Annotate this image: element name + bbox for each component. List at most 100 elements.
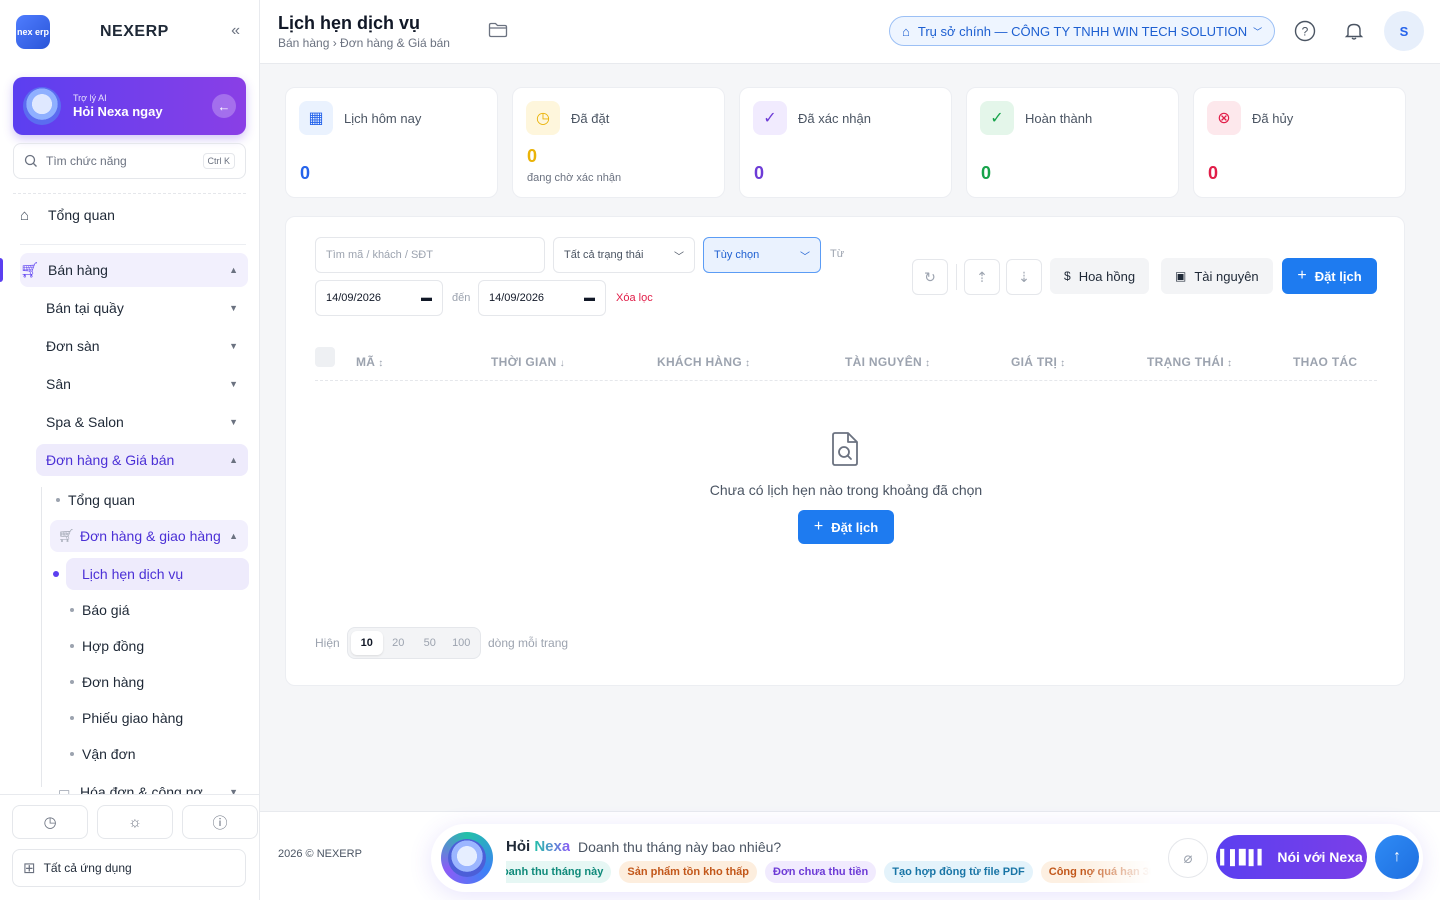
book-appointment-button[interactable]: + Đặt lịch [1282, 258, 1377, 294]
to-date-value: 14/09/2026 [489, 292, 545, 304]
nav-delivery-notes[interactable]: Phiếu giao hàng [66, 702, 249, 734]
status-select[interactable]: Tất cả trạng thái ﹀ [553, 237, 695, 273]
info-button[interactable]: ⓘ [182, 805, 258, 839]
help-icon[interactable]: ? [1291, 17, 1319, 45]
stat-card-cancelled[interactable]: ⊗ Đã hủy 0 [1193, 87, 1406, 198]
ai-card-title: Hỏi Nexa ngay [73, 104, 163, 119]
page-size-option[interactable]: 100 [446, 631, 478, 655]
clear-filters-link[interactable]: Xóa lọc [616, 292, 653, 304]
resource-icon: ▣ [1175, 269, 1187, 283]
suggestion-chip[interactable]: Tạo hợp đồng từ file PDF [884, 861, 1033, 883]
nav-orders[interactable]: Đơn hàng [66, 666, 249, 698]
collapse-sidebar-icon[interactable]: « [231, 22, 240, 40]
calendar-icon[interactable]: ▬ [421, 292, 432, 304]
nav-orders-overview-label: Tổng quan [68, 492, 135, 508]
sort-icon: ↕ [378, 358, 384, 369]
grid-icon: ⊞ [23, 860, 36, 877]
bullet [70, 752, 74, 756]
chevron-up-icon: ▲ [229, 455, 238, 465]
calendar-icon[interactable]: ▬ [584, 292, 595, 304]
nav-service-appointments[interactable]: Lịch hẹn dịch vụ [53, 558, 249, 590]
chevron-down-icon: ﹀ [1253, 26, 1263, 37]
commission-label: Hoa hồng [1078, 268, 1136, 284]
nav-quotes[interactable]: Báo giá [66, 594, 249, 626]
suggestion-chip[interactable]: Đơn chưa thu tiền [765, 861, 877, 883]
divider [13, 193, 246, 194]
stat-card-booked[interactable]: ◷ Đã đặt 0 đang chờ xác nhận [512, 87, 725, 198]
talk-to-nexa-button[interactable]: ▍▌▋▌▍ Nói với Nexa [1216, 835, 1367, 879]
range-select[interactable]: Tùy chọn ﹀ [703, 237, 821, 273]
brand-logo[interactable]: nex erp [16, 15, 50, 49]
branch-selector[interactable]: ⌂ Trụ sở chính — CÔNG TY TNHH WIN TECH S… [889, 16, 1275, 46]
column-value[interactable]: GIÁ TRỊ ↕ [1011, 355, 1065, 369]
refresh-icon: ↻ [924, 268, 936, 285]
nexa-robot-icon[interactable] [441, 832, 493, 884]
nav-waybills[interactable]: Vận đơn [66, 738, 249, 770]
from-date-value: 14/09/2026 [326, 292, 382, 304]
from-date-input[interactable]: 14/09/2026 ▬ [315, 280, 443, 316]
folder-icon[interactable] [488, 22, 508, 38]
user-avatar[interactable]: S [1384, 11, 1424, 51]
nav-orders-overview[interactable]: Tổng quan [50, 484, 248, 516]
attach-button[interactable]: ⌀ [1168, 838, 1208, 878]
theme-button[interactable]: ☼ [97, 805, 173, 839]
nav-sales[interactable]: 🛒︎ Bán hàng ▲ [20, 253, 248, 287]
ask-prefix: Hỏi [506, 838, 531, 855]
search-input[interactable]: Tìm mã / khách / SĐT [315, 237, 545, 273]
nav-waybills-label: Vận đơn [82, 746, 136, 762]
page-size-option[interactable]: 20 [383, 631, 415, 655]
nav-courts[interactable]: Sân ▼ [36, 368, 248, 400]
column-customer[interactable]: KHÁCH HÀNG ↕ [657, 355, 750, 369]
nav-contracts-label: Hợp đồng [82, 638, 145, 654]
send-button[interactable]: ↑ [1375, 835, 1419, 879]
ask-nexa-card[interactable]: Trợ lý AI Hỏi Nexa ngay ← [13, 77, 246, 135]
commission-button[interactable]: $ Hoa hồng [1050, 258, 1150, 294]
empty-book-button[interactable]: + Đặt lịch [798, 510, 894, 544]
column-resource-label: TÀI NGUYÊN [845, 355, 923, 369]
chevron-down-icon: ▼ [229, 379, 238, 389]
arrow-left-icon[interactable]: ← [212, 94, 236, 118]
resources-button[interactable]: ▣ Tài nguyên [1161, 258, 1273, 294]
nav-marketplace-orders[interactable]: Đơn sàn ▼ [36, 330, 248, 362]
nav-orders-delivery[interactable]: 🛒︎ Đơn hàng & giao hàng ▲ [50, 520, 248, 552]
stat-subtext: đang chờ xác nhận [527, 172, 622, 184]
resources-label: Tài nguyên [1194, 268, 1259, 284]
stat-card-completed[interactable]: ✓ Hoàn thành 0 [966, 87, 1179, 198]
nexa-question-input[interactable]: Doanh thu tháng này bao nhiêu? [578, 839, 781, 855]
page-size-option[interactable]: 10 [351, 631, 383, 655]
chevron-down-icon: ▼ [229, 341, 238, 351]
all-apps-button[interactable]: ⊞ Tất cả ứng dụng [12, 849, 246, 887]
refresh-button[interactable]: ↻ [912, 259, 948, 295]
chevron-down-icon: ﹀ [674, 251, 684, 263]
column-code[interactable]: MÃ ↕ [356, 355, 384, 369]
bell-icon[interactable] [1340, 17, 1368, 45]
alert-circle-icon: ⓘ [212, 814, 228, 832]
stat-card-today[interactable]: ▦ Lịch hôm nay 0 [285, 87, 498, 198]
nav-overview-label: Tổng quan [48, 207, 115, 223]
nav-overview[interactable]: ⌂ Tổng quan [20, 198, 248, 232]
svg-text:?: ? [1302, 25, 1309, 39]
paperclip-icon: ⌀ [1183, 850, 1193, 867]
nav-spa-salon[interactable]: Spa & Salon ▼ [36, 406, 248, 438]
suggestion-chip[interactable]: Doanh thu tháng này [506, 861, 612, 883]
select-all-checkbox[interactable] [315, 347, 335, 367]
search-icon [24, 154, 37, 167]
to-date-input[interactable]: 14/09/2026 ▬ [478, 280, 606, 316]
upload-button[interactable]: ⇡ [964, 259, 1000, 295]
download-button[interactable]: ⇣ [1006, 259, 1042, 295]
stat-value: 0 [527, 146, 538, 166]
column-resource[interactable]: TÀI NGUYÊN ↕ [845, 355, 930, 369]
search-placeholder: Tìm chức năng [46, 154, 127, 168]
suggestion-chip[interactable]: Sản phẩm tồn kho thấp [619, 861, 758, 883]
ask-nexa-bar: Hỏi Nexa Doanh thu tháng này bao nhiêu? … [431, 824, 1423, 892]
history-button[interactable]: ◷ [12, 805, 88, 839]
page-size-option[interactable]: 50 [414, 631, 446, 655]
nav-pos[interactable]: Bán tại quầy ▼ [36, 292, 248, 324]
stat-card-confirmed[interactable]: ✓ Đã xác nhận 0 [739, 87, 952, 198]
nav-orders-pricing[interactable]: Đơn hàng & Giá bán ▲ [36, 444, 248, 476]
function-search-input[interactable]: Tìm chức năng Ctrl K [13, 143, 246, 179]
suggestion-chips: Doanh thu tháng này Sản phẩm tồn kho thấ… [506, 861, 1151, 885]
nav-contracts[interactable]: Hợp đồng [66, 630, 249, 662]
column-time[interactable]: THỜI GIAN ↓ [491, 355, 565, 369]
column-status[interactable]: TRẠNG THÁI ↕ [1147, 355, 1232, 369]
